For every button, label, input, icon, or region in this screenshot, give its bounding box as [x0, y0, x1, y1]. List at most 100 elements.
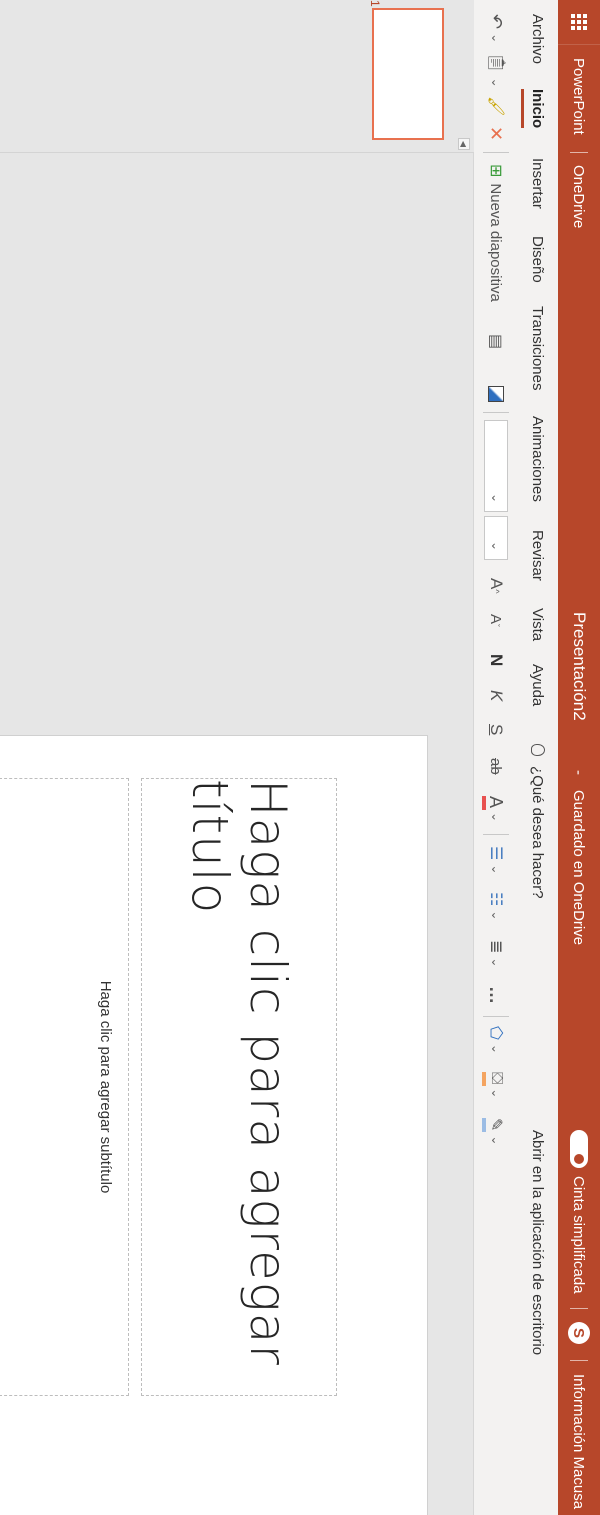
ribbon-toolbar: ↶⌄ 📋︎⌄ 🖌︎ ✕ ⊞ Nueva diapositiva ▤ ⌄ ⌄	[473, 0, 518, 1515]
fill-color-swatch	[482, 1072, 486, 1086]
font-size-select[interactable]: ⌄	[484, 516, 508, 560]
underline-icon: S	[487, 724, 506, 736]
tab-inicio[interactable]: Inicio	[518, 89, 558, 128]
tell-me-search[interactable]: ¿Qué desea hacer?	[518, 744, 558, 899]
lightbulb-icon	[531, 744, 545, 756]
grow-font-icon: A	[487, 578, 506, 590]
account-name[interactable]: Información Macusa	[558, 1374, 600, 1509]
strikethrough-icon: ab	[487, 758, 505, 775]
italic-button[interactable]: K	[474, 690, 518, 701]
bold-button[interactable]: N	[474, 654, 518, 666]
shape-outline-button[interactable]: ✎ ⌄	[474, 1118, 518, 1145]
more-options-button[interactable]: …	[474, 986, 518, 1004]
font-color-swatch	[482, 796, 486, 810]
tab-vista[interactable]: Vista	[518, 608, 558, 641]
toolbar-divider-4	[483, 1016, 509, 1017]
shape-fill-button[interactable]: ⛋ ⌄	[474, 1072, 518, 1098]
title-divider	[570, 152, 588, 153]
chevron-left-icon: ◀	[459, 140, 469, 148]
simplified-ribbon-toggle[interactable]: Cinta simplificada	[558, 1130, 600, 1294]
chevron-down-icon: ⌄	[489, 33, 503, 44]
layout-icon: ▤	[487, 334, 504, 350]
numbering-button[interactable]: ☷ ⌄	[474, 892, 518, 920]
panel-splitter[interactable]	[0, 152, 474, 153]
tab-revisar[interactable]: Revisar	[518, 530, 558, 581]
chevron-down-icon: ⌄	[489, 540, 503, 551]
paste-button[interactable]: 📋︎ ⌄	[474, 52, 518, 88]
tab-transiciones[interactable]: Transiciones	[518, 306, 558, 390]
onedrive-link[interactable]: OneDrive	[558, 165, 600, 228]
new-slide-label: Nueva diapositiva	[487, 183, 505, 302]
paint-bucket-icon: ⛋	[488, 1072, 505, 1085]
powerpoint-window: PowerPoint OneDrive Presentación2 - Guar…	[0, 0, 600, 1515]
chevron-down-icon: ⌄	[489, 77, 503, 88]
italic-icon: K	[487, 690, 506, 702]
font-color-icon: A	[486, 796, 507, 809]
app-name[interactable]: PowerPoint	[558, 58, 600, 135]
title-divider-2	[570, 1308, 588, 1309]
new-slide-button[interactable]: ⊞ Nueva diapositiva	[474, 164, 518, 302]
delete-button[interactable]: ✕	[474, 126, 518, 141]
tab-ayuda[interactable]: Ayuda	[518, 664, 558, 706]
background-button[interactable]	[474, 386, 518, 402]
chevron-down-icon: ⌄	[489, 910, 503, 921]
numbering-icon: ☷	[487, 892, 504, 907]
more-icon: …	[486, 986, 507, 1004]
collapse-panel-button[interactable]: ◀	[458, 138, 470, 150]
shrink-font-icon: A	[487, 614, 505, 625]
tab-archivo[interactable]: Archivo	[518, 14, 558, 64]
bold-icon: N	[487, 654, 506, 667]
slide-canvas[interactable]: Haga clic para agregar título Haga clic …	[0, 735, 428, 1515]
strikethrough-button[interactable]: ab	[474, 758, 518, 775]
format-painter-button[interactable]: 🖌︎	[474, 96, 518, 116]
open-desktop-button[interactable]: Abrir en la aplicación de escritorio	[518, 1130, 558, 1355]
skype-button[interactable]: S	[558, 1322, 600, 1344]
slide-thumbnail-1[interactable]	[372, 8, 444, 140]
skype-icon: S	[568, 1322, 590, 1344]
tab-diseno[interactable]: Diseño	[518, 236, 558, 283]
tab-animaciones[interactable]: Animaciones	[518, 416, 558, 502]
toolbar-divider	[483, 152, 509, 153]
layout-button[interactable]: ▤	[474, 334, 518, 349]
chevron-down-icon: ⌄	[489, 957, 503, 968]
align-button[interactable]: ≣ ⌄	[474, 940, 518, 967]
simplified-ribbon-label: Cinta simplificada	[570, 1176, 588, 1294]
shapes-button[interactable]: ⬠ ⌄	[474, 1026, 518, 1054]
slide-number: 1	[368, 0, 382, 7]
shrink-font-button[interactable]: Aˇ	[474, 614, 518, 627]
close-icon: ✕	[486, 126, 507, 142]
font-color-button[interactable]: A ⌄	[474, 796, 518, 822]
chevron-down-icon: ⌄	[489, 1088, 503, 1099]
bullets-icon: ☰	[487, 846, 504, 861]
shapes-icon: ⬠	[487, 1026, 504, 1040]
font-name-select[interactable]: ⌄	[484, 420, 508, 512]
chevron-down-icon: ⌄	[489, 1043, 503, 1054]
toolbar-divider-2	[483, 412, 509, 413]
toggle-switch-icon	[570, 1130, 588, 1168]
slide-thumbnails-panel: ◀ 1	[0, 0, 474, 152]
title-placeholder[interactable]: Haga clic para agregar título	[141, 778, 337, 1396]
undo-icon: ↶	[486, 14, 507, 30]
chevron-down-icon: ⌄	[489, 812, 503, 823]
save-status[interactable]: Guardado en OneDrive	[558, 790, 600, 945]
chevron-down-icon: ⌄	[489, 492, 503, 503]
grow-font-button[interactable]: A ^	[474, 578, 518, 594]
new-slide-icon: ⊞	[487, 164, 504, 178]
title-divider-3	[570, 1360, 588, 1361]
document-title[interactable]: Presentación2	[558, 612, 600, 721]
format-painter-icon: 🖌︎	[487, 96, 504, 117]
waffle-icon	[571, 14, 587, 30]
bullets-button[interactable]: ☰ ⌄	[474, 846, 518, 874]
paste-icon: 📋︎	[487, 52, 506, 74]
align-icon: ≣	[487, 940, 504, 954]
toolbar-divider-3	[483, 834, 509, 835]
undo-button[interactable]: ↶ ⌄	[474, 14, 518, 43]
background-icon	[488, 386, 504, 402]
outline-color-swatch	[482, 1118, 486, 1132]
title-bar: PowerPoint OneDrive Presentación2 - Guar…	[558, 0, 600, 1515]
tab-insertar[interactable]: Insertar	[518, 158, 558, 209]
app-launcher-button[interactable]	[558, 0, 600, 45]
ribbon-tabs: Archivo Inicio Insertar Diseño Transicio…	[518, 0, 558, 1515]
underline-button[interactable]: S	[474, 724, 518, 735]
subtitle-placeholder[interactable]: Haga clic para agregar subtítulo	[0, 778, 129, 1396]
